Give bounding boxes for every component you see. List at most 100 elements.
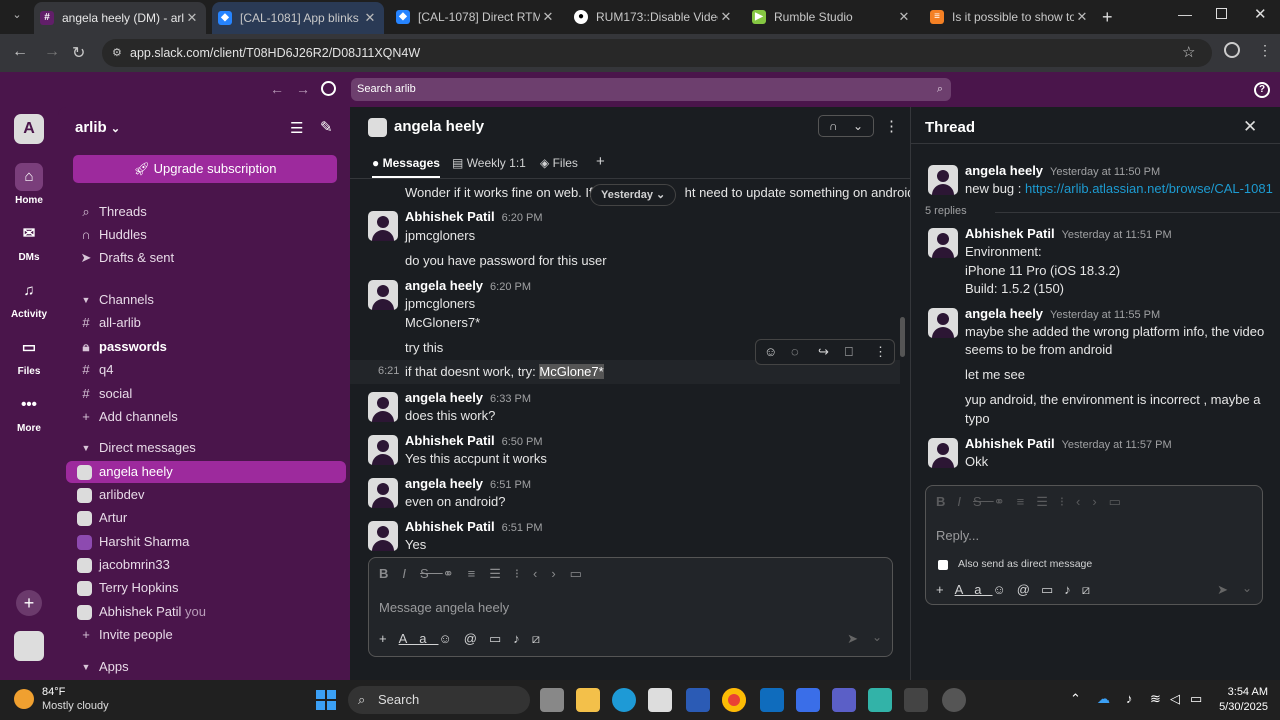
- word-icon[interactable]: [686, 688, 710, 712]
- forward-icon[interactable]: →: [44, 43, 60, 61]
- url-field[interactable]: app.slack.com/client/T08HD6J26R2/D08J11X…: [102, 39, 1212, 67]
- emoji-icon[interactable]: ☺: [993, 582, 1017, 597]
- history-back-icon[interactable]: ←: [270, 81, 284, 97]
- attach-plus-icon[interactable]: +: [936, 582, 955, 597]
- apps-section-header[interactable]: ▼ Apps: [66, 656, 346, 678]
- rail-files[interactable]: ▭ Files: [0, 334, 58, 377]
- close-thread-icon[interactable]: ✕: [1243, 117, 1257, 137]
- teams-icon[interactable]: [832, 688, 856, 712]
- thread-reply[interactable]: angela heely Yesterday at 11:55 PM maybe …: [928, 306, 1278, 426]
- code-block-icon[interactable]: ▭: [570, 566, 596, 581]
- rail-dms[interactable]: ✉ DMs: [0, 220, 58, 263]
- channel-header[interactable]: angela heely: [368, 118, 484, 137]
- add-channels-button[interactable]: + Add channels: [66, 406, 346, 428]
- microphone-icon[interactable]: ♪: [1126, 691, 1133, 706]
- sidebar-dm-jacobmrin33[interactable]: jacobmrin33: [66, 554, 346, 576]
- slash-command-icon[interactable]: ⧄: [532, 631, 552, 646]
- numbered-list-icon[interactable]: ≡: [468, 566, 490, 581]
- workspace-name[interactable]: arlib ⌄: [75, 119, 120, 136]
- code-icon[interactable]: ‹›: [533, 566, 570, 581]
- numbered-list-icon[interactable]: ≡: [1017, 494, 1037, 509]
- browser-tab-github[interactable]: ● RUM173::Disable Video Pla ✕: [568, 4, 740, 30]
- format-icon[interactable]: Aa: [399, 631, 439, 646]
- bullet-list-icon[interactable]: ☰: [489, 566, 515, 581]
- sidebar-dm-harshit[interactable]: Harshit Sharma: [66, 531, 346, 553]
- huddle-button[interactable]: ∩ ⌄: [818, 115, 874, 137]
- help-icon[interactable]: ?: [1254, 82, 1270, 98]
- scrollbar[interactable]: [900, 317, 905, 357]
- weather-widget[interactable]: 84°F Mostly cloudy: [12, 685, 122, 715]
- browser-tab-slack[interactable]: # angela heely (DM) - arlib - Slack ✕: [34, 2, 206, 34]
- taskbar-search[interactable]: ⌕ Search: [348, 686, 530, 714]
- video-icon[interactable]: ▭: [1041, 582, 1064, 597]
- sidebar-dm-artur[interactable]: Artur: [66, 507, 346, 529]
- thread-parent-message[interactable]: angela heely Yesterday at 11:50 PM new bu…: [928, 163, 1278, 203]
- sidebar-item-q4[interactable]: # q4: [66, 359, 346, 381]
- send-options-icon[interactable]: ⌄: [872, 630, 882, 644]
- close-tab-icon[interactable]: ✕: [1074, 9, 1090, 25]
- code-icon[interactable]: ‹›: [1076, 494, 1109, 509]
- compose-icon[interactable]: ✎: [320, 118, 333, 136]
- message[interactable]: angela heely 6:51 PM even on android?: [368, 476, 898, 512]
- browser-menu-icon[interactable]: ⋮: [1258, 42, 1272, 59]
- add-tab-icon[interactable]: +: [596, 153, 605, 170]
- file-explorer-icon[interactable]: [576, 688, 600, 712]
- strike-icon[interactable]: S: [420, 566, 443, 581]
- reply-input[interactable]: Reply...: [936, 528, 979, 543]
- user-avatar[interactable]: [14, 631, 44, 661]
- invite-people-button[interactable]: + Invite people: [66, 624, 346, 646]
- send-options-icon[interactable]: ⌄: [1242, 581, 1252, 595]
- sidebar-item-social[interactable]: # social: [66, 383, 346, 405]
- tab-weekly[interactable]: ▤ Weekly 1:1: [452, 156, 526, 170]
- close-window-button[interactable]: ✕: [1254, 5, 1267, 23]
- browser-tab-cal-1078[interactable]: ◆ [CAL-1078] Direct RTMP st ✕: [390, 4, 562, 30]
- send-icon[interactable]: ➤: [1217, 582, 1228, 598]
- site-info-icon[interactable]: ⚙: [112, 46, 122, 59]
- sidebar-dm-abhishek[interactable]: Abhishek Patil you: [66, 601, 346, 623]
- workspace-switcher[interactable]: A: [14, 114, 44, 144]
- sidebar-item-huddles[interactable]: ∩ Huddles: [66, 224, 346, 246]
- outlook-icon[interactable]: [760, 688, 784, 712]
- code-block-icon[interactable]: ▭: [1109, 494, 1133, 509]
- channel-kebab-icon[interactable]: ⋮: [884, 117, 899, 135]
- emoji-icon[interactable]: ☺: [439, 631, 464, 646]
- start-button[interactable]: [316, 690, 336, 710]
- close-tab-icon[interactable]: ✕: [362, 10, 378, 26]
- browser-tab-cal-1081[interactable]: ◆ [CAL-1081] App blinks wh ✕: [212, 2, 384, 34]
- new-tab-button[interactable]: +: [1102, 7, 1113, 28]
- sidebar-item-all-arlib[interactable]: # all-arlib: [66, 312, 346, 334]
- message[interactable]: Abhishek Patil 6:20 PM jpmcgloners do you…: [368, 209, 898, 269]
- close-tab-icon[interactable]: ✕: [896, 9, 912, 25]
- tray-chevron-icon[interactable]: ⌃: [1070, 691, 1081, 707]
- sidebar-dm-angela-heely[interactable]: angela heely: [66, 461, 346, 483]
- message[interactable]: angela heely 6:20 PM jpmcgloners McGloner…: [368, 278, 898, 355]
- bullet-list-icon[interactable]: ☰: [1036, 494, 1060, 509]
- battery-icon[interactable]: ▭: [1190, 691, 1202, 707]
- strike-icon[interactable]: S: [973, 494, 994, 509]
- clock[interactable]: 3:54 AM 5/30/2025: [1212, 685, 1268, 715]
- store-icon[interactable]: [648, 688, 672, 712]
- volume-icon[interactable]: ◁: [1170, 691, 1180, 707]
- italic-icon[interactable]: I: [402, 566, 420, 581]
- bold-icon[interactable]: B: [936, 494, 957, 509]
- browser-tab-rumble[interactable]: ▶ Rumble Studio ✕: [746, 4, 918, 30]
- notepad-icon[interactable]: [868, 688, 892, 712]
- terminal-icon[interactable]: [904, 688, 928, 712]
- close-tab-icon[interactable]: ✕: [184, 10, 200, 26]
- more-actions-icon[interactable]: ⋮: [874, 340, 887, 364]
- sidebar-item-passwords[interactable]: 🔒︎ passwords: [66, 336, 346, 358]
- sidebar-dm-terry[interactable]: Terry Hopkins: [66, 577, 346, 599]
- italic-icon[interactable]: I: [957, 494, 973, 509]
- back-icon[interactable]: ←: [12, 43, 28, 61]
- github-desktop-icon[interactable]: [942, 688, 966, 712]
- microphone-icon[interactable]: ♪: [1064, 582, 1082, 597]
- onedrive-icon[interactable]: ☁: [1097, 691, 1110, 707]
- message[interactable]: Abhishek Patil 6:51 PM Yes: [368, 519, 898, 555]
- reload-icon[interactable]: ↻: [72, 43, 85, 63]
- edge-icon[interactable]: [612, 688, 636, 712]
- microphone-icon[interactable]: ♪: [513, 631, 532, 646]
- mention-icon[interactable]: @: [464, 631, 489, 646]
- add-reaction-icon[interactable]: ☺: [764, 340, 777, 364]
- forward-message-icon[interactable]: ↪: [818, 340, 829, 364]
- message[interactable]: Abhishek Patil 6:50 PM Yes this accpunt i…: [368, 433, 898, 469]
